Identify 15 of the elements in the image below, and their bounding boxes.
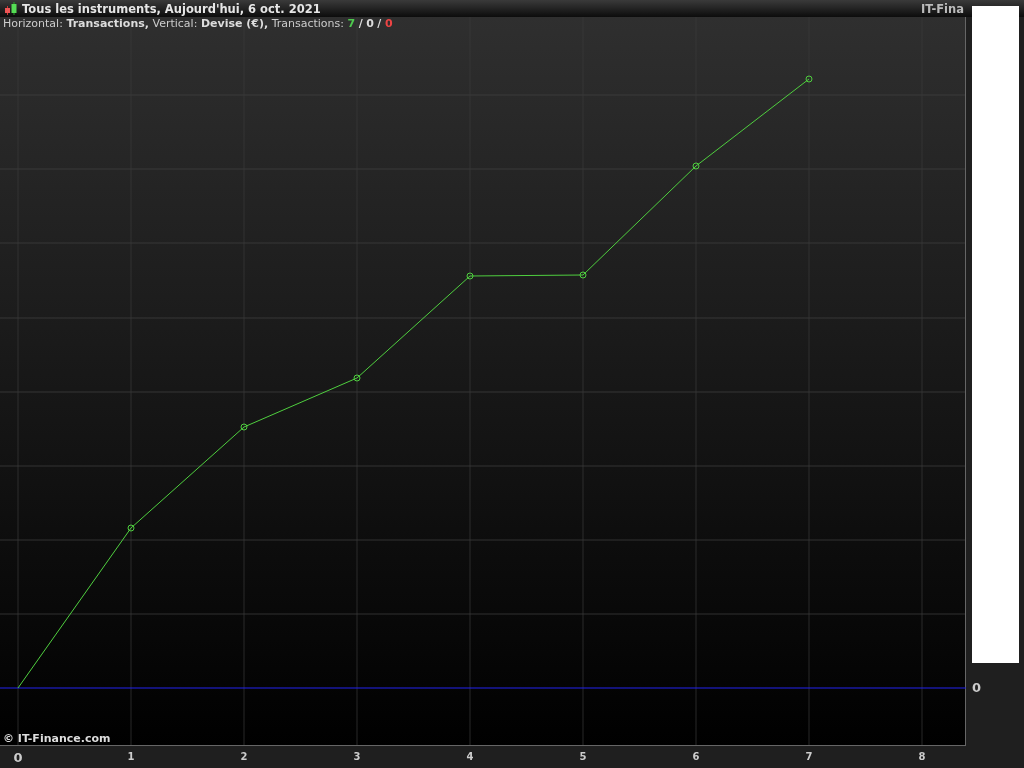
candlestick-icon	[4, 1, 18, 16]
copyright-text: © IT-Finance.com	[3, 732, 111, 745]
x-tick-label: 6	[692, 751, 700, 762]
x-tick-label: 8	[918, 751, 926, 762]
x-tick-label: 4	[466, 751, 474, 762]
x-tick-label: 1	[127, 751, 135, 762]
x-tick-label: 5	[579, 751, 587, 762]
x-tick-label: 2	[240, 751, 248, 762]
window-title: Tous les instruments, Aujourd'hui, 6 oct. 2021	[22, 1, 321, 16]
x-tick-label: 3	[353, 751, 361, 762]
x-tick-label: 7	[805, 751, 813, 762]
chart-info: Horizontal: Transactions, Vertical: Devise (€), Transactions: 7 / 0 / 0	[3, 17, 393, 30]
brand-name: IT-Fina	[921, 1, 964, 16]
x-tick-label: 0	[13, 750, 23, 765]
y-tick-label: 0	[972, 680, 982, 695]
